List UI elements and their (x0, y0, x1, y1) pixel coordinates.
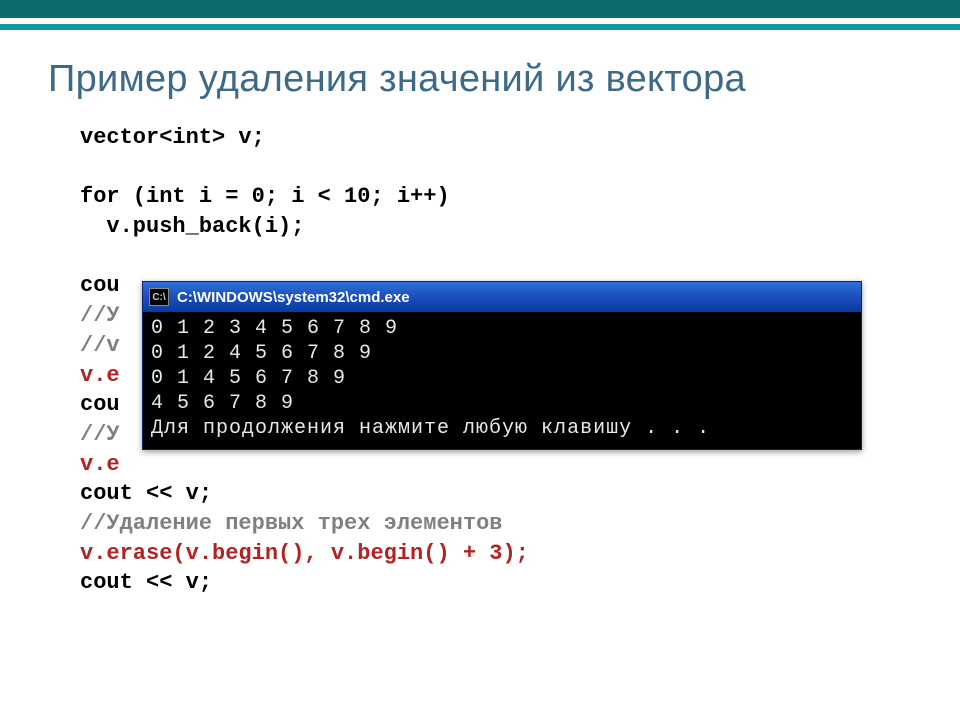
code-line: //v (80, 333, 120, 358)
decor-bar-top (0, 0, 960, 18)
code-line: cout << v; (80, 481, 212, 506)
code-line: v.e (80, 363, 120, 388)
cmd-icon: C:\ (149, 288, 169, 306)
code-line: cou (80, 392, 120, 417)
code-line: //У (80, 422, 120, 447)
terminal-line: 0 1 4 5 6 7 8 9 (151, 367, 346, 390)
terminal-body: 0 1 2 3 4 5 6 7 8 9 0 1 2 4 5 6 7 8 9 0 … (143, 312, 861, 449)
code-line: //Удаление первых трех элементов (80, 511, 502, 536)
code-line: for (int i = 0; i < 10; i++) (80, 184, 450, 209)
decor-bar-sub (0, 24, 960, 30)
code-line: vector<int> v; (80, 125, 265, 150)
terminal-line: 0 1 2 4 5 6 7 8 9 (151, 342, 372, 365)
code-line: v.e (80, 452, 120, 477)
terminal-line: 4 5 6 7 8 9 (151, 392, 294, 415)
terminal-line: Для продолжения нажмите любую клавишу . … (151, 417, 710, 440)
terminal-window: C:\ C:\WINDOWS\system32\cmd.exe 0 1 2 3 … (142, 281, 862, 450)
terminal-titlebar[interactable]: C:\ C:\WINDOWS\system32\cmd.exe (143, 282, 861, 312)
slide-title: Пример удаления значений из вектора (48, 58, 960, 101)
terminal-line: 0 1 2 3 4 5 6 7 8 9 (151, 317, 398, 340)
code-line: //У (80, 303, 120, 328)
code-line: v.push_back(i); (80, 214, 304, 239)
code-line: cout << v; (80, 570, 212, 595)
terminal-title: C:\WINDOWS\system32\cmd.exe (177, 289, 410, 306)
code-line: cou (80, 273, 120, 298)
code-line: v.erase(v.begin(), v.begin() + 3); (80, 541, 529, 566)
slide: Пример удаления значений из вектора vect… (0, 0, 960, 720)
